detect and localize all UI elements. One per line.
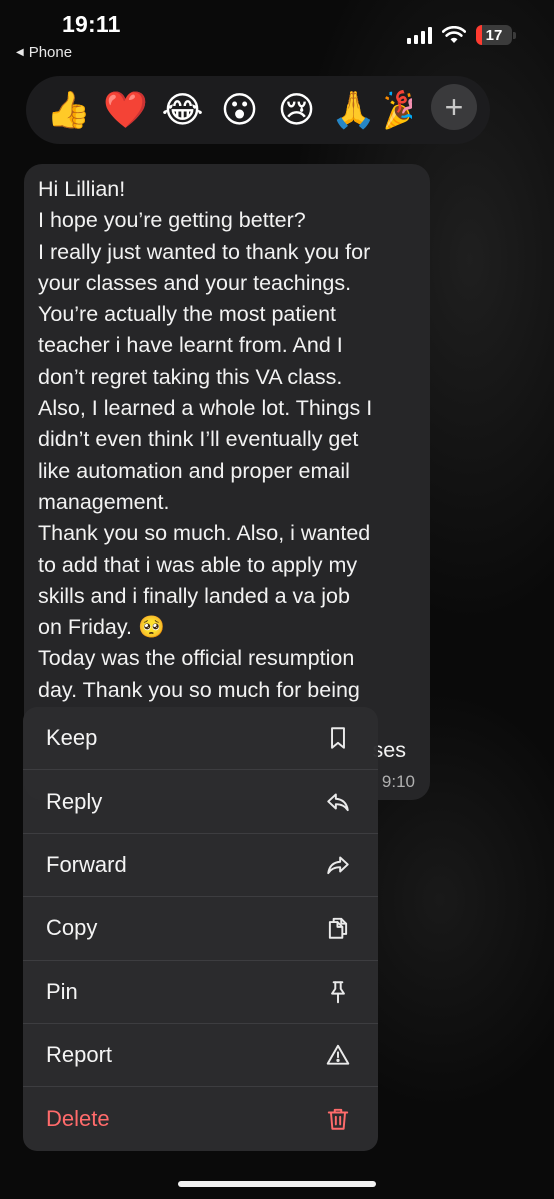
menu-item-label: Report (46, 1042, 113, 1068)
battery-level: 17 (485, 26, 503, 44)
menu-item-keep[interactable]: Keep (23, 707, 378, 771)
warning-icon (324, 1041, 352, 1069)
reaction-bar: 👍 ❤️ 😂 😮 😢 🙏 🎉 + (26, 76, 490, 144)
menu-item-label: Keep (46, 725, 98, 751)
status-indicators: 17 (407, 25, 516, 45)
battery-indicator: 17 (476, 25, 516, 45)
menu-item-forward[interactable]: Forward (23, 834, 378, 898)
reply-icon (324, 788, 352, 816)
message-text: Hi Lillian! I hope you’re getting better… (38, 177, 373, 702)
wifi-icon (442, 26, 466, 43)
menu-item-delete[interactable]: Delete (23, 1087, 378, 1150)
home-indicator[interactable] (178, 1181, 376, 1187)
thumbs-up-icon[interactable]: 👍 (40, 82, 97, 139)
message-time: 9:10 (381, 772, 415, 791)
menu-item-label: Forward (46, 851, 127, 877)
menu-item-label: Copy (46, 915, 98, 941)
more-reactions-button[interactable]: + (431, 84, 477, 130)
menu-item-reply[interactable]: Reply (23, 770, 378, 834)
menu-item-report[interactable]: Report (23, 1024, 378, 1088)
forward-icon (324, 851, 352, 879)
context-menu: Keep Reply Forward Copy Pin Report Delet… (23, 707, 378, 1151)
menu-item-pin[interactable]: Pin (23, 961, 378, 1024)
pray-icon[interactable]: 🙏 (325, 82, 382, 139)
heart-icon[interactable]: ❤️ (97, 82, 154, 139)
surprised-icon[interactable]: 😮 (211, 82, 268, 139)
battery-icon: 17 (476, 25, 512, 45)
menu-item-label: Pin (46, 978, 78, 1004)
crying-icon[interactable]: 😢 (268, 82, 325, 139)
back-arrow-icon: ◀ (16, 47, 24, 58)
bookmark-icon (324, 724, 352, 752)
back-label: Phone (28, 44, 73, 61)
pin-icon (324, 978, 352, 1006)
menu-item-label: Reply (46, 788, 103, 814)
trash-icon (324, 1105, 352, 1133)
message-bubble[interactable]: Hi Lillian! I hope you’re getting better… (24, 164, 430, 800)
party-icon[interactable]: 🎉 (382, 82, 412, 139)
menu-item-copy[interactable]: Copy (23, 897, 378, 961)
status-time: 19:11 (62, 11, 121, 37)
cellular-signal-icon (407, 26, 432, 44)
back-to-phone-link[interactable]: ◀ Phone (16, 44, 72, 61)
copy-icon (324, 914, 352, 942)
laughing-icon[interactable]: 😂 (154, 82, 211, 139)
menu-item-label: Delete (46, 1106, 110, 1132)
